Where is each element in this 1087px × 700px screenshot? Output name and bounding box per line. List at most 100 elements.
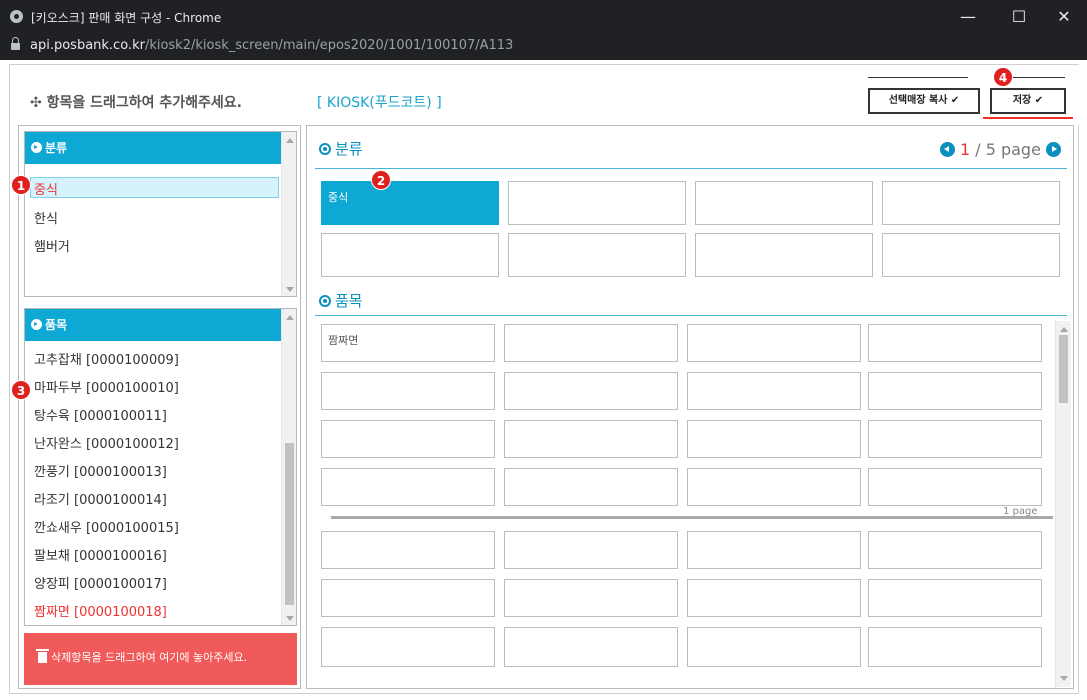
save-highlight <box>983 117 1073 119</box>
item-cell[interactable] <box>321 627 495 667</box>
item-4[interactable]: 깐풍기 [0000100013] <box>34 461 167 480</box>
url-text[interactable]: api.posbank.co.kr/kiosk2/kiosk_screen/ma… <box>30 38 513 53</box>
item-grid-scrollbar[interactable] <box>1055 321 1071 687</box>
item-cell[interactable] <box>687 324 861 362</box>
item-cell[interactable] <box>868 324 1042 362</box>
scroll-down-icon[interactable] <box>286 287 294 292</box>
next-page-icon[interactable] <box>1046 142 1061 157</box>
item-cell[interactable] <box>687 372 861 410</box>
category-list-title: 분류 <box>45 141 68 155</box>
scroll-up-icon[interactable] <box>1060 327 1068 332</box>
item-cell[interactable] <box>868 420 1042 458</box>
category-grid-title-text: 분류 <box>335 140 363 158</box>
left-panel: 분류 중식 한식 햄버거 품목 고추잡채 [0000100009] 마파두부 [… <box>18 125 301 689</box>
category-cell-5[interactable] <box>508 233 686 277</box>
category-selected-row[interactable] <box>30 177 279 198</box>
category-divider <box>315 168 1067 169</box>
item-cell[interactable] <box>687 579 861 617</box>
item-cell[interactable] <box>504 468 678 506</box>
item-cell[interactable] <box>504 627 678 667</box>
category-cell-3[interactable] <box>882 181 1060 225</box>
item-cell[interactable] <box>504 420 678 458</box>
category-cell-4[interactable] <box>321 233 499 277</box>
item-grid-title: 품목 <box>319 290 363 311</box>
item-list-title: 품목 <box>45 318 68 332</box>
category-item-burger[interactable]: 햄버거 <box>34 236 70 255</box>
item-cell[interactable] <box>504 579 678 617</box>
badge-1: 1 <box>11 175 31 195</box>
trash-icon <box>36 649 49 663</box>
lock-icon <box>11 37 20 51</box>
pager-rest: / 5 page <box>970 140 1046 159</box>
badge-4: 4 <box>993 67 1013 87</box>
category-cell-1[interactable] <box>508 181 686 225</box>
item-cell[interactable] <box>868 531 1042 569</box>
copy-button-line <box>868 77 968 78</box>
item-cell[interactable] <box>868 579 1042 617</box>
window-titlebar: [키오스크] 판매 화면 구성 - Chrome — ☐ ✕ <box>0 0 1087 33</box>
item-cell[interactable] <box>504 324 678 362</box>
badge-2: 2 <box>371 170 391 190</box>
maximize-button[interactable]: ☐ <box>996 0 1042 33</box>
item-cell[interactable] <box>504 372 678 410</box>
minimize-button[interactable]: — <box>945 0 991 33</box>
item-cell[interactable] <box>321 579 495 617</box>
address-bar[interactable]: api.posbank.co.kr/kiosk2/kiosk_screen/ma… <box>0 33 1087 60</box>
item-cell[interactable] <box>321 468 495 506</box>
item-list-box: 품목 고추잡채 [0000100009] 마파두부 [0000100010] 탕… <box>24 308 297 626</box>
category-scrollbar[interactable] <box>281 132 296 296</box>
item-cell[interactable] <box>687 531 861 569</box>
copy-store-button[interactable]: 선택매장 복사 ✔ <box>868 88 980 114</box>
item-2[interactable]: 탕수육 [0000100011] <box>34 405 167 424</box>
item-cell[interactable] <box>868 372 1042 410</box>
scroll-down-icon[interactable] <box>1060 676 1068 681</box>
item-cell[interactable] <box>504 531 678 569</box>
item-scrollbar[interactable] <box>281 309 296 625</box>
item-7[interactable]: 팔보채 [0000100016] <box>34 545 167 564</box>
scroll-up-icon[interactable] <box>286 315 294 320</box>
item-cell[interactable] <box>868 627 1042 667</box>
right-panel: 분류 1 / 5 page 중식 품목 짬짜면 1 page <box>306 125 1074 689</box>
item-cell[interactable] <box>687 627 861 667</box>
item-1[interactable]: 마파두부 [0000100010] <box>34 377 179 396</box>
category-cell-7[interactable] <box>882 233 1060 277</box>
category-list-header: 분류 <box>25 132 281 164</box>
category-cell-0[interactable]: 중식 <box>321 181 499 225</box>
item-5[interactable]: 라조기 [0000100014] <box>34 489 167 508</box>
scroll-down-icon[interactable] <box>286 616 294 621</box>
badge-3: 3 <box>11 380 31 400</box>
item-cell[interactable] <box>321 420 495 458</box>
prev-page-icon[interactable] <box>939 142 955 157</box>
item-9[interactable]: 짬짜면 [0000100018] <box>34 601 167 620</box>
item-6[interactable]: 깐쇼새우 [0000100015] <box>34 517 179 536</box>
close-window-button[interactable]: ✕ <box>1041 0 1087 33</box>
item-cell[interactable] <box>868 468 1042 506</box>
item-8[interactable]: 양장피 [0000100017] <box>34 573 167 592</box>
scroll-thumb[interactable] <box>285 443 294 605</box>
save-button[interactable]: 저장 ✔ <box>990 88 1066 114</box>
kiosk-screen-editor: ✣ 항목을 드래그하여 추가해주세요. [ KIOSK(푸드코트) ] 선택매장… <box>9 64 1080 694</box>
url-path: /kiosk2/kiosk_screen/main/epos2020/1001/… <box>144 38 514 53</box>
item-cell[interactable] <box>321 531 495 569</box>
category-grid-title: 분류 <box>319 138 363 159</box>
window-title: [키오스크] 판매 화면 구성 - Chrome <box>31 11 222 25</box>
pager-current: 1 <box>959 140 971 159</box>
item-cell[interactable]: 짬짜면 <box>321 324 495 362</box>
item-cell[interactable] <box>687 420 861 458</box>
item-cell[interactable] <box>321 372 495 410</box>
item-0[interactable]: 고추잡채 [0000100009] <box>34 349 179 368</box>
item-grid-title-text: 품목 <box>335 292 363 310</box>
category-item-korean[interactable]: 한식 <box>34 208 58 227</box>
arrow-circle-icon <box>31 319 42 330</box>
item-divider <box>315 315 1067 316</box>
scroll-thumb[interactable] <box>1059 335 1068 403</box>
save-button-line <box>1010 77 1065 78</box>
page-tag: 1 page <box>1003 506 1038 517</box>
scroll-up-icon[interactable] <box>286 138 294 143</box>
trash-drop-zone[interactable]: 삭제항목을 드래그하여 여기에 놓아주세요. <box>24 633 297 685</box>
item-3[interactable]: 난자완스 [0000100012] <box>34 433 179 452</box>
category-cell-6[interactable] <box>695 233 873 277</box>
category-cell-2[interactable] <box>695 181 873 225</box>
item-cell[interactable] <box>687 468 861 506</box>
category-item-chinese[interactable]: 중식 <box>34 179 58 198</box>
